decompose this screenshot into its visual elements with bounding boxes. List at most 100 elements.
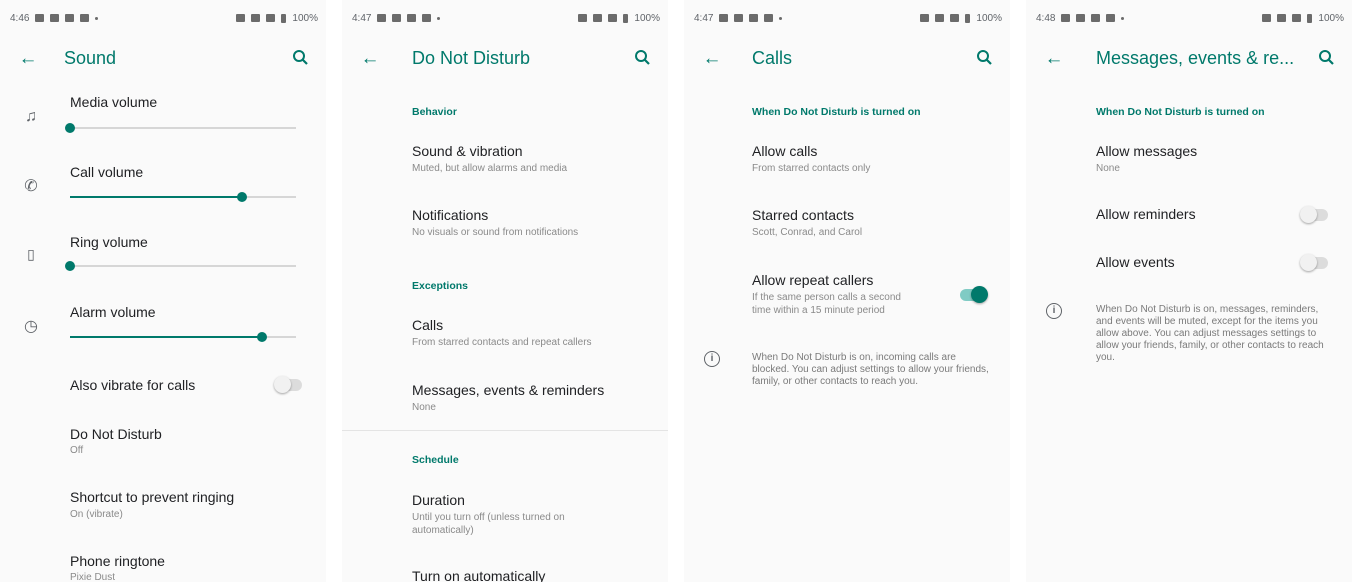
app-bar: ← Sound xyxy=(0,36,326,82)
search-icon[interactable] xyxy=(1314,45,1340,71)
dnd-status-icon xyxy=(935,14,945,22)
alarm-volume-label: Alarm volume xyxy=(70,304,156,320)
info-text: When Do Not Disturb is on, incoming call… xyxy=(752,352,989,387)
ring-volume-row: ▯ Ring volume xyxy=(0,230,326,282)
shortcut-title: Shortcut to prevent ringing xyxy=(70,489,235,505)
dnd-summary: Off xyxy=(70,445,84,456)
page-title: Sound xyxy=(64,48,117,68)
battery-percent: 100% xyxy=(292,12,318,24)
dnd-status-icon xyxy=(1277,14,1287,22)
call-volume-row: ✆ Call volume xyxy=(0,160,326,212)
status-time: 4:48 xyxy=(1036,12,1056,24)
vibrate-for-calls-toggle[interactable] xyxy=(274,376,302,393)
allow-events-toggle[interactable] xyxy=(1300,254,1328,271)
repeat-callers-summary-line2: time within a 15 minute period xyxy=(752,305,885,316)
vibrate-icon: ▯ xyxy=(27,246,35,262)
status-bar: 4:48 100% xyxy=(1026,0,1352,36)
page-title: Messages, events & re... xyxy=(1096,48,1295,68)
dot-icon xyxy=(437,16,441,20)
music-note-icon: ♫ xyxy=(25,108,37,125)
gallery-icon xyxy=(719,14,729,22)
allow-messages-row[interactable]: Allow messages None xyxy=(1026,138,1352,182)
media-volume-slider[interactable] xyxy=(65,123,296,133)
vibrate-status-icon xyxy=(920,14,930,22)
repeat-callers-toggle[interactable] xyxy=(960,286,988,303)
calls-row[interactable]: Calls From starred contacts and repeat c… xyxy=(342,312,668,356)
repeat-callers-row[interactable]: Allow repeat callers If the same person … xyxy=(684,266,1010,326)
vibrate-for-calls-row[interactable]: Also vibrate for calls xyxy=(0,366,326,406)
calls-summary: From starred contacts and repeat callers xyxy=(412,337,592,348)
status-time: 4:47 xyxy=(352,12,372,24)
back-arrow-icon[interactable]: ← xyxy=(356,45,384,73)
ringtone-row[interactable]: Phone ringtone Pixie Dust xyxy=(0,548,326,582)
app-bar: ← Calls xyxy=(684,36,1010,82)
battery-icon xyxy=(623,13,629,23)
status-time: 4:46 xyxy=(10,12,30,24)
vibrate-status-icon xyxy=(236,14,246,22)
allow-calls-row[interactable]: Allow calls From starred contacts only xyxy=(684,138,1010,182)
back-arrow-icon[interactable]: ← xyxy=(1040,45,1068,73)
ring-volume-label: Ring volume xyxy=(70,234,148,250)
search-icon[interactable] xyxy=(630,45,656,71)
dnd-screen: 4:47 100% ← Do Not Disturb Behavior Soun… xyxy=(342,0,668,582)
turn-on-automatically-title: Turn on automatically xyxy=(412,568,546,582)
battery-percent: 100% xyxy=(1318,12,1344,24)
section-divider xyxy=(342,430,668,431)
allow-reminders-row[interactable]: Allow reminders xyxy=(1026,196,1352,232)
dnd-row[interactable]: Do Not Disturb Off xyxy=(0,420,326,464)
parking-icon xyxy=(1106,14,1116,22)
parking-icon xyxy=(80,14,90,22)
battery-percent: 100% xyxy=(634,12,660,24)
messages-screen: 4:48 100% ← Messages, events & re... Whe… xyxy=(1026,0,1352,582)
app-bar: ← Do Not Disturb xyxy=(342,36,668,82)
ringtone-title: Phone ringtone xyxy=(70,553,165,569)
starred-contacts-summary: Scott, Conrad, and Carol xyxy=(752,227,863,238)
call-volume-label: Call volume xyxy=(70,164,144,180)
gallery-icon xyxy=(377,14,387,22)
messages-row[interactable]: Messages, events & reminders None xyxy=(342,376,668,420)
page-title: Calls xyxy=(752,48,793,68)
back-arrow-icon[interactable]: ← xyxy=(698,45,726,73)
shortcut-summary: On (vibrate) xyxy=(70,509,123,520)
location-icon xyxy=(734,14,744,22)
allow-reminders-title: Allow reminders xyxy=(1096,206,1196,222)
vibrate-for-calls-label: Also vibrate for calls xyxy=(70,377,196,393)
messages-title: Messages, events & reminders xyxy=(412,382,605,398)
allow-calls-summary: From starred contacts only xyxy=(752,163,871,174)
status-bar: 4:47 100% xyxy=(342,0,668,36)
back-arrow-icon[interactable]: ← xyxy=(14,45,42,73)
allow-messages-summary: None xyxy=(1096,163,1120,174)
wifi-icon xyxy=(950,14,960,22)
allow-events-title: Allow events xyxy=(1096,254,1175,270)
turn-on-automatically-row[interactable]: Turn on automatically xyxy=(342,564,668,582)
allow-events-row[interactable]: Allow events xyxy=(1026,244,1352,280)
ringtone-summary: Pixie Dust xyxy=(70,572,116,582)
dnd-on-header: When Do Not Disturb is turned on xyxy=(752,106,921,118)
vibrate-status-icon xyxy=(1262,14,1272,22)
gallery-icon xyxy=(1061,14,1071,22)
ring-volume-slider[interactable] xyxy=(65,261,296,271)
sound-vibration-row[interactable]: Sound & vibration Muted, but allow alarm… xyxy=(342,138,668,182)
duration-summary-line1: Until you turn off (unless turned on xyxy=(412,512,565,523)
info-icon: i xyxy=(704,351,720,367)
dot-icon xyxy=(779,16,783,20)
location-icon xyxy=(50,14,60,22)
starred-contacts-title: Starred contacts xyxy=(752,207,854,223)
alarm-volume-slider[interactable] xyxy=(70,332,296,342)
call-volume-slider[interactable] xyxy=(70,192,296,202)
battery-icon xyxy=(1307,13,1313,23)
allow-reminders-toggle[interactable] xyxy=(1300,206,1328,223)
shortcut-row[interactable]: Shortcut to prevent ringing On (vibrate) xyxy=(0,484,326,528)
repeat-callers-title: Allow repeat callers xyxy=(752,272,874,288)
cast-icon xyxy=(407,14,417,22)
sound-vibration-title: Sound & vibration xyxy=(412,143,523,159)
info-text: When Do Not Disturb is on, messages, rem… xyxy=(1096,304,1324,363)
repeat-callers-summary-line1: If the same person calls a second xyxy=(752,292,901,303)
notifications-row[interactable]: Notifications No visuals or sound from n… xyxy=(342,202,668,246)
search-icon[interactable] xyxy=(288,45,314,71)
duration-row[interactable]: Duration Until you turn off (unless turn… xyxy=(342,486,668,546)
phone-icon: ✆ xyxy=(24,178,38,195)
search-icon[interactable] xyxy=(972,45,998,71)
battery-percent: 100% xyxy=(976,12,1002,24)
starred-contacts-row[interactable]: Starred contacts Scott, Conrad, and Caro… xyxy=(684,202,1010,246)
